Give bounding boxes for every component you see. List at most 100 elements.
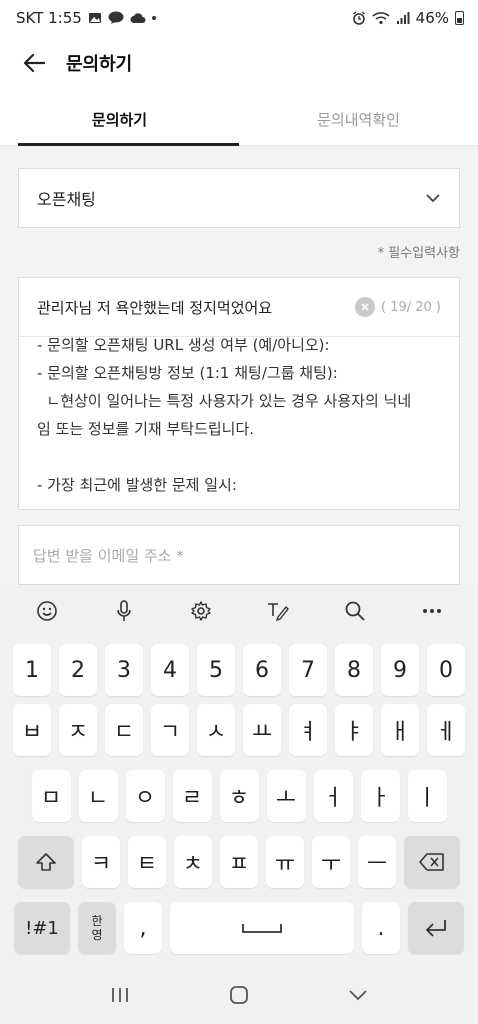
gear-icon: [190, 601, 211, 621]
title-char-count: ( 19/ 20 ): [380, 299, 441, 315]
home-button[interactable]: [219, 975, 259, 1015]
key[interactable]: ㅋ: [82, 836, 120, 888]
page-title: 문의하기: [66, 54, 133, 75]
space-key[interactable]: [170, 902, 354, 954]
voice-input-button[interactable]: [104, 591, 144, 631]
email-input[interactable]: 답변 받을 이메일 주소 *: [18, 525, 460, 585]
lang-english-label: 영: [91, 928, 103, 942]
back-button[interactable]: [20, 49, 48, 77]
tab-inquiry-history[interactable]: 문의내역확인: [239, 94, 478, 145]
wifi-icon: [372, 11, 390, 25]
backspace-icon: [419, 853, 444, 871]
key[interactable]: ㄴ: [78, 770, 118, 822]
lang-korean-label: 한: [91, 914, 103, 928]
key[interactable]: ㄹ: [172, 770, 212, 822]
handwriting-icon: [267, 603, 289, 622]
period-key[interactable]: .: [362, 902, 400, 954]
alarm-icon: [352, 11, 366, 25]
key[interactable]: ㅍ: [220, 836, 258, 888]
title-input[interactable]: 관리자님 저 욕안했는데 정지먹었어요: [37, 297, 349, 318]
key[interactable]: ㅏ: [360, 770, 400, 822]
recents-button[interactable]: [100, 975, 140, 1015]
gallery-icon: [88, 11, 102, 25]
number-row: 1 2 3 4 5 6 7 8 9 0: [0, 644, 478, 696]
tab-inquiry[interactable]: 문의하기: [0, 94, 239, 146]
key[interactable]: 2: [59, 644, 97, 696]
carrier-time: SKT 1:55: [16, 9, 82, 27]
clear-title-button[interactable]: [354, 297, 375, 317]
talk-icon: [108, 11, 124, 25]
key[interactable]: ㅐ: [381, 704, 419, 756]
category-value: 오픈채팅: [37, 190, 96, 209]
home-icon: [230, 986, 248, 1004]
key[interactable]: ㅡ: [358, 836, 396, 888]
consonant-row-1: ㅂ ㅈ ㄷ ㄱ ㅅ ㅛ ㅕ ㅑ ㅐ ㅔ: [0, 704, 478, 756]
status-bar: SKT 1:55 46%: [0, 0, 478, 36]
more-icon: [422, 609, 441, 613]
key[interactable]: ㅔ: [427, 704, 465, 756]
key[interactable]: ㅎ: [219, 770, 259, 822]
keyboard-search-button[interactable]: [335, 591, 375, 631]
key[interactable]: ㅕ: [289, 704, 327, 756]
key[interactable]: ㅅ: [197, 704, 235, 756]
consonant-row-3: ㅋ ㅌ ㅊ ㅍ ㅠ ㅜ ㅡ: [0, 836, 478, 888]
system-nav-bar: [0, 966, 478, 1024]
key[interactable]: ㄷ: [105, 704, 143, 756]
key[interactable]: ㅈ: [59, 704, 97, 756]
symbols-key[interactable]: !#1: [14, 902, 70, 954]
key[interactable]: ㅗ: [266, 770, 306, 822]
hide-keyboard-button[interactable]: [338, 975, 378, 1015]
battery-percent: 46%: [415, 9, 449, 27]
key[interactable]: 6: [243, 644, 281, 696]
microphone-icon: [116, 600, 131, 621]
body-line: ㄴ현상이 일어나는 특정 사용자가 있는 경우 사용자의 닉네: [37, 392, 412, 410]
emoji-button[interactable]: [27, 591, 67, 631]
body-line: 임 또는 정보를 기재 부탁드립니다.: [37, 420, 255, 438]
body-textarea[interactable]: - 문의할 오픈채팅 URL 생성 여부 (예/아니오): - 문의할 오픈채팅…: [19, 337, 459, 509]
category-select[interactable]: 오픈채팅: [18, 168, 460, 228]
key[interactable]: 4: [151, 644, 189, 696]
key[interactable]: ㅓ: [313, 770, 353, 822]
key[interactable]: ㅇ: [125, 770, 165, 822]
key[interactable]: 1: [13, 644, 51, 696]
more-options-button[interactable]: [412, 591, 452, 631]
body-line: - 문의할 오픈채팅 URL 생성 여부 (예/아니오):: [37, 337, 330, 354]
key[interactable]: ㅜ: [312, 836, 350, 888]
key[interactable]: 8: [335, 644, 373, 696]
key[interactable]: ㅣ: [407, 770, 447, 822]
key[interactable]: ㅑ: [335, 704, 373, 756]
enter-key[interactable]: [408, 902, 464, 954]
form-area: 오픈채팅 * 필수입력사항 관리자님 저 욕안했는데 정지먹었어요 ( 19/ …: [0, 146, 478, 586]
signal-icon: [396, 11, 410, 25]
key[interactable]: ㄱ: [151, 704, 189, 756]
keyboard-settings-button[interactable]: [181, 591, 221, 631]
body-line: - 가장 최근에 발생한 문제 일시:: [37, 476, 237, 494]
key[interactable]: ㅛ: [243, 704, 281, 756]
recents-icon: [111, 988, 128, 1002]
search-icon: [345, 601, 365, 621]
key[interactable]: ㅊ: [174, 836, 212, 888]
shift-key[interactable]: [18, 836, 74, 888]
close-icon: [361, 303, 369, 311]
key[interactable]: 0: [427, 644, 465, 696]
key[interactable]: ㅂ: [13, 704, 51, 756]
key[interactable]: ㅌ: [128, 836, 166, 888]
shift-icon: [36, 853, 56, 871]
key[interactable]: 9: [381, 644, 419, 696]
required-note: * 필수입력사항: [377, 246, 460, 261]
language-switch-key[interactable]: 한 영: [78, 902, 116, 954]
notification-dot-icon: [151, 16, 156, 20]
key[interactable]: 3: [105, 644, 143, 696]
tab-bar: 문의하기 문의내역확인: [0, 94, 478, 146]
comma-key[interactable]: ,: [124, 902, 162, 954]
consonant-row-2: ㅁ ㄴ ㅇ ㄹ ㅎ ㅗ ㅓ ㅏ ㅣ: [0, 770, 478, 822]
enter-icon: [426, 920, 446, 937]
key[interactable]: 7: [289, 644, 327, 696]
key[interactable]: 5: [197, 644, 235, 696]
key[interactable]: ㅁ: [31, 770, 71, 822]
key[interactable]: ㅠ: [266, 836, 304, 888]
backspace-key[interactable]: [404, 836, 460, 888]
body-line: [37, 443, 441, 471]
chevron-down-icon: [349, 990, 367, 1001]
handwriting-button[interactable]: [258, 591, 298, 631]
